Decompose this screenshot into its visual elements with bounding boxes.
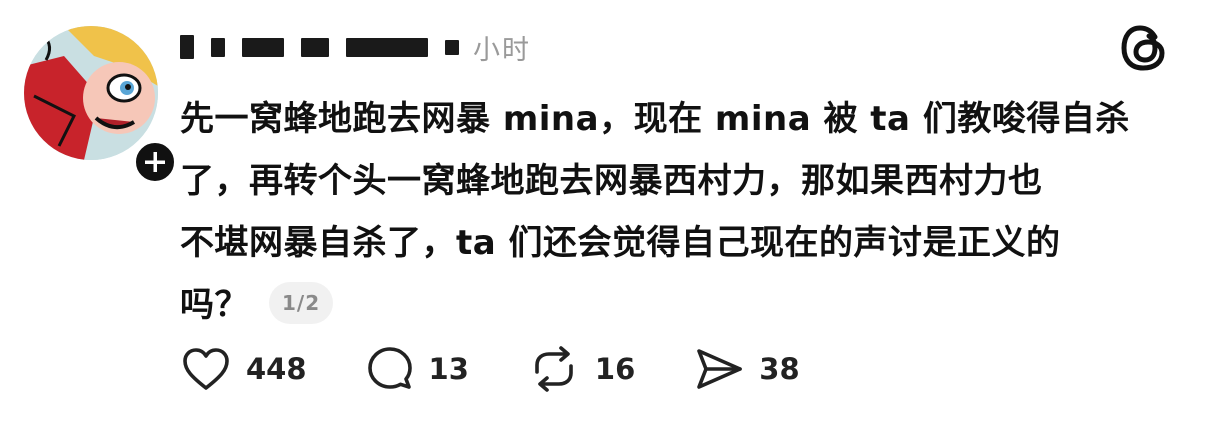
redacted-username-block [242,37,284,57]
speech-bubble-icon [367,347,412,389]
like-button[interactable]: 448 [182,347,307,391]
post-text-line: 不堪网暴自杀了，ta 们还会觉得自己现在的声讨是正义的 [180,223,1061,263]
post-timestamp: 小时 [473,34,531,66]
like-count: 448 [246,352,307,386]
avatar-image [24,26,158,160]
threads-logo-icon[interactable] [1118,22,1170,74]
repost-arrows-icon [535,346,573,392]
share-button[interactable]: 38 [695,347,800,391]
avatar[interactable] [24,26,158,160]
post-text-last-line: 吗？ 1/2 [180,274,1170,336]
post-body: 先一窝蜂地跑去网暴 mina，现在 mina 被 ta 们教唆得自杀 了，再转个… [180,88,1170,336]
share-count: 38 [759,352,800,386]
redacted-username-block [301,37,329,57]
redacted-username-block [211,37,225,57]
redacted-username-block [180,35,194,59]
carousel-page-indicator[interactable]: 1/2 [269,281,334,324]
redacted-username-block [445,39,459,55]
redacted-username-block [346,37,428,57]
avatar-container[interactable] [24,26,179,186]
repost-count: 16 [594,352,636,386]
username-header[interactable]: 小时 [180,30,531,66]
post-text-line: 吗？ [180,285,249,325]
paper-plane-icon [697,349,743,389]
post-actions-bar: 448 13 16 38 [182,345,860,393]
comment-count: 13 [428,352,469,386]
post-text-line: 了，再转个头一窝蜂地跑去网暴西村力，那如果西村力也 [180,161,1043,201]
repost-button[interactable]: 16 [529,345,635,393]
heart-icon [183,348,229,390]
comment-button[interactable]: 13 [367,346,469,392]
plus-icon [145,152,165,172]
post-text-line: 先一窝蜂地跑去网暴 mina，现在 mina 被 ta 们教唆得自杀 [180,99,1130,139]
follow-button[interactable] [131,138,179,186]
